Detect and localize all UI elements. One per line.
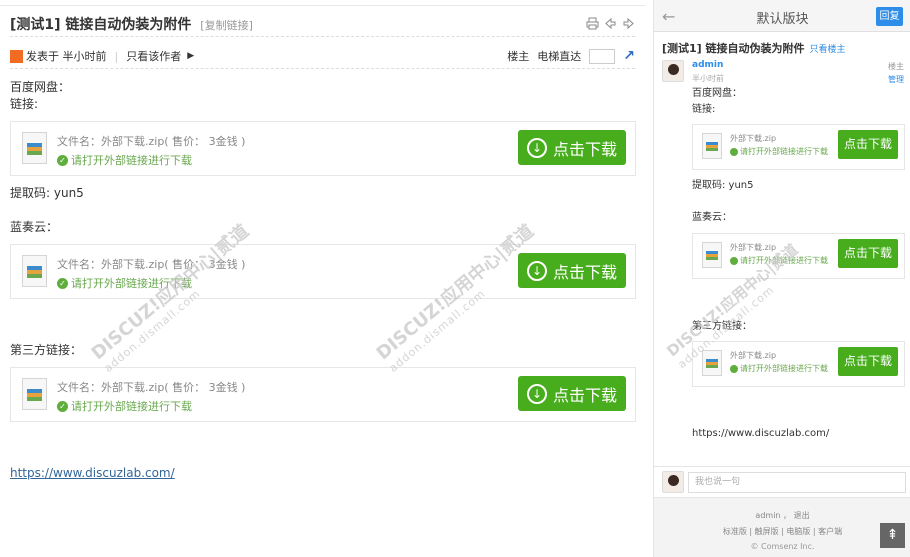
mobile-attachment-filename: 外部下载.zip	[730, 134, 777, 143]
mobile-attachment-tip: 请打开外部链接进行下载	[730, 363, 828, 374]
mobile-comment-bar: 我也说一句	[654, 466, 910, 498]
back-to-top-icon[interactable]: ⇞	[880, 523, 905, 548]
meta-right: 楼主 电梯直达 ↗	[507, 48, 635, 64]
file-icon	[22, 255, 47, 287]
attachment-card: 文件名：外部下载.zip( 售价： 3金钱 ) ✓ 请打开外部链接进行下载 ↓ 点击…	[10, 244, 636, 299]
avatar[interactable]	[662, 60, 684, 82]
desktop-thread-view: [测试1] 链接自动伪装为附件 [复制链接] 发表于 半小时前 | 只看该作者 …	[0, 0, 645, 557]
mobile-thread-title-text: [测试1] 链接自动伪装为附件	[662, 42, 805, 55]
attachment-filename: 文件名：外部下载.zip( 售价： 3金钱 )	[57, 381, 246, 394]
file-icon	[702, 350, 722, 376]
attachment-tip-text: 请打开外部链接进行下载	[71, 154, 192, 167]
mobile-manage-link[interactable]: 管理	[888, 74, 904, 85]
post-text-link: 链接:	[10, 97, 39, 111]
mobile-attachment-filename: 外部下载.zip	[730, 243, 777, 252]
separator: |	[114, 49, 119, 63]
download-icon: ↓	[526, 137, 547, 158]
thread-title: [测试1] 链接自动伪装为附件 [复制链接]	[10, 14, 253, 34]
jump-arrow-icon[interactable]: ↗	[623, 48, 635, 64]
divider	[10, 68, 635, 69]
copy-link[interactable]: [复制链接]	[200, 19, 253, 32]
mobile-text-link: 链接:	[692, 104, 716, 115]
mobile-download-button[interactable]: 点击下载	[838, 347, 898, 376]
mobile-attachment-card: 外部下载.zip 请打开外部链接进行下载 点击下载	[692, 341, 905, 387]
check-icon	[730, 364, 738, 373]
thread-title-text: [测试1] 链接自动伪装为附件	[10, 17, 192, 33]
download-button-label: 点击下载	[552, 385, 617, 405]
download-icon: ↓	[526, 383, 547, 404]
avatar	[662, 471, 684, 493]
attachment-card: 文件名：外部下载.zip( 售价： 3金钱 ) ✓ 请打开外部链接进行下载 ↓ 点击…	[10, 367, 636, 422]
elevator-label: 电梯直达	[537, 50, 582, 63]
triangle-right-icon: ▶	[187, 51, 195, 61]
mobile-attachment-filename: 外部下载.zip	[730, 351, 777, 360]
mobile-attachment-tip-text: 请打开外部链接进行下载	[740, 147, 828, 156]
top-border	[0, 0, 645, 6]
mobile-url-link[interactable]: https://www.discuzlab.com/	[692, 428, 829, 439]
file-icon	[702, 242, 722, 268]
divider	[10, 36, 635, 37]
mobile-attachment-tip-text: 请打开外部链接进行下载	[740, 364, 828, 373]
post-time: 发表于 半小时前	[26, 50, 107, 63]
download-button[interactable]: ↓ 点击下载	[518, 130, 626, 165]
only-floor-link[interactable]: 只看楼主	[810, 45, 846, 55]
post-text-third-party: 第三方链接：	[10, 343, 83, 357]
footer-user[interactable]: admin ， 退出	[654, 510, 910, 521]
file-icon	[22, 378, 47, 410]
post-text-lanzou: 蓝奏云：	[10, 220, 59, 234]
file-icon	[702, 133, 722, 159]
mobile-attachment-card: 外部下载.zip 请打开外部链接进行下载 点击下载	[692, 124, 905, 170]
attachment-tip: ✓ 请打开外部链接进行下载	[57, 398, 192, 414]
check-icon	[730, 147, 738, 156]
attachment-tip-text: 请打开外部链接进行下载	[71, 400, 192, 413]
attachment-filename: 文件名：外部下载.zip( 售价： 3金钱 )	[57, 135, 246, 148]
thread-tools	[586, 15, 635, 30]
author-online-icon	[10, 49, 23, 63]
download-button[interactable]: ↓ 点击下载	[518, 376, 626, 411]
prev-thread-icon[interactable]	[604, 15, 617, 30]
mobile-comment-input[interactable]: 我也说一句	[688, 472, 906, 493]
download-button[interactable]: ↓ 点击下载	[518, 253, 626, 288]
post-text-extract-code: 提取码: yun5	[10, 186, 84, 200]
post-meta: 发表于 半小时前 | 只看该作者 ▶ 楼主 电梯直达 ↗	[10, 46, 635, 66]
mobile-reply-button[interactable]: 回复	[876, 7, 903, 26]
check-icon: ✓	[57, 277, 68, 289]
post-url-link[interactable]: https://www.discuzlab.com/	[10, 466, 175, 480]
mobile-attachment-tip: 请打开外部链接进行下载	[730, 146, 828, 157]
floor-jump-input[interactable]	[589, 48, 616, 64]
mobile-text-lanzou: 蓝奏云：	[692, 212, 732, 223]
mobile-download-button[interactable]: 点击下载	[838, 239, 898, 268]
file-icon	[22, 132, 47, 164]
check-icon: ✓	[57, 400, 68, 412]
mobile-post-time: 半小时前	[692, 74, 724, 83]
print-icon[interactable]	[586, 15, 599, 30]
post-text-baidu: 百度网盘：	[10, 80, 71, 94]
mobile-header: ← 默认版块 回复	[654, 0, 910, 32]
mobile-floor: 楼主	[888, 62, 904, 71]
mobile-thread-view: ← 默认版块 回复 [测试1] 链接自动伪装为附件 只看楼主 admin 半小时前…	[653, 0, 910, 557]
mobile-text-extract-code: 提取码: yun5	[692, 180, 754, 191]
only-author-link[interactable]: 只看该作者	[126, 48, 181, 64]
check-icon	[730, 256, 738, 265]
footer-copyright: © Comsenz Inc.	[750, 542, 815, 551]
mobile-forum-title: 默认版块	[756, 12, 809, 27]
check-icon: ✓	[57, 154, 68, 166]
mobile-download-button[interactable]: 点击下载	[838, 130, 898, 159]
download-button-label: 点击下载	[552, 139, 617, 159]
attachment-tip: ✓ 请打开外部链接进行下载	[57, 152, 192, 168]
next-thread-icon[interactable]	[622, 15, 635, 30]
attachment-card: 文件名：外部下载.zip( 售价： 3金钱 ) ✓ 请打开外部链接进行下载 ↓ 点击…	[10, 121, 636, 176]
download-button-label: 点击下载	[552, 262, 617, 282]
footer-links[interactable]: 标准版 | 触屏版 | 电脑版 | 客户端	[654, 526, 910, 537]
mobile-text-baidu: 百度网盘：	[692, 88, 742, 99]
mobile-author[interactable]: admin	[692, 60, 723, 70]
mobile-thread-title: [测试1] 链接自动伪装为附件 只看楼主	[662, 40, 846, 56]
download-icon: ↓	[526, 260, 547, 281]
floor-label: 楼主	[507, 50, 530, 63]
mobile-footer: admin ， 退出 标准版 | 触屏版 | 电脑版 | 客户端 © Comse…	[654, 498, 910, 557]
